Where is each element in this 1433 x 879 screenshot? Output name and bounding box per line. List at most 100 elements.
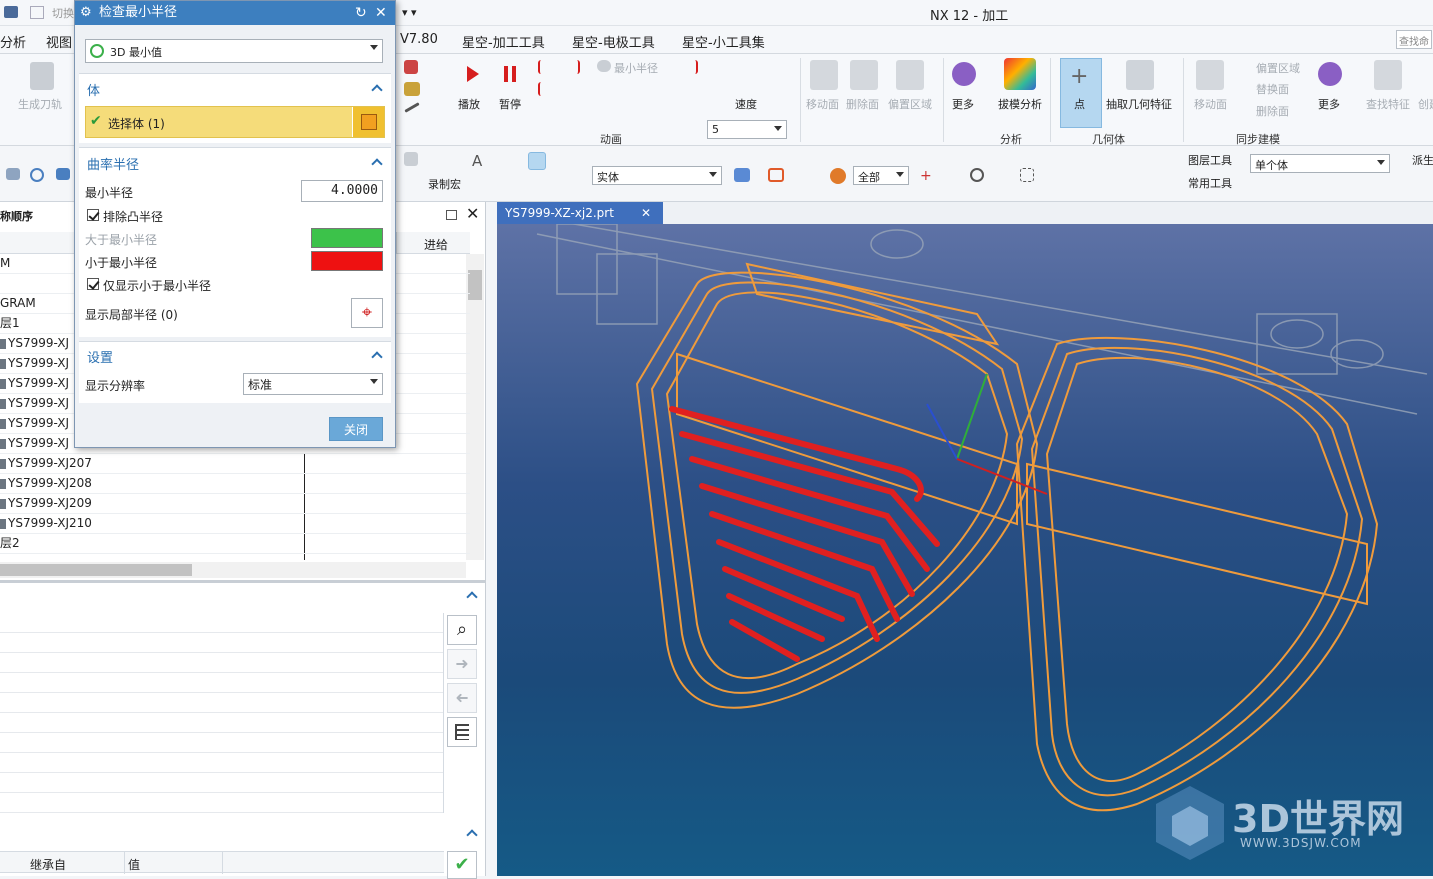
crosshair-icon[interactable]: ⌖ (351, 298, 383, 328)
step-forward-icon[interactable] (570, 60, 580, 74)
menu-analysis[interactable]: 分析 (0, 32, 26, 51)
replace-face-button[interactable]: 替换面 (1256, 81, 1289, 97)
command-search-input[interactable]: 查找命 (1396, 30, 1432, 49)
text-icon[interactable]: A (472, 152, 486, 170)
refresh-icon[interactable] (30, 168, 44, 182)
macro-icon[interactable] (404, 152, 418, 166)
detail-list[interactable] (0, 613, 444, 813)
scope-select[interactable]: 全部 (853, 166, 909, 185)
quick-switch-label[interactable]: 切换 (52, 5, 74, 21)
value-column-header[interactable]: 值 (128, 856, 140, 873)
toolpath-list-icon[interactable] (404, 60, 418, 74)
globe-icon[interactable] (830, 168, 846, 184)
extract-geometry-button[interactable]: 抽取几何特征 (1106, 96, 1172, 112)
generate-toolpath-button[interactable]: 生成刀轨 (18, 96, 62, 112)
collapse-caret-icon[interactable] (371, 84, 383, 96)
snap-point-icon[interactable] (768, 168, 784, 182)
delete-face-button[interactable]: 删除面 (846, 96, 879, 112)
record-macro-button[interactable]: 录制宏 (428, 176, 461, 192)
move-face2-button[interactable]: 移动面 (1194, 96, 1227, 112)
select-body-row[interactable]: ✔ 选择体 (1) (85, 106, 385, 138)
hscroll-thumb[interactable] (0, 564, 192, 576)
back-arrow-icon[interactable]: ➜ (447, 683, 477, 713)
collapse-icon[interactable] (466, 591, 478, 603)
less-color-swatch[interactable] (311, 251, 383, 271)
switch-window-icon[interactable] (30, 6, 44, 19)
more-button[interactable]: 更多 (952, 96, 974, 112)
point-snap-icon[interactable]: + (920, 168, 934, 184)
close-button[interactable]: 关闭 (329, 417, 383, 441)
filter-icon[interactable] (734, 168, 750, 182)
play-button[interactable]: 播放 (458, 96, 480, 112)
mode-select[interactable]: 3D 最小值 (85, 39, 383, 63)
center-snap-icon[interactable] (970, 168, 984, 182)
body-cube-icon[interactable] (352, 107, 384, 137)
collapse-caret-icon[interactable] (371, 158, 383, 170)
tree-row[interactable]: YS7999-XJ207 (0, 454, 470, 474)
menu-v780[interactable]: V7.80 (400, 32, 438, 47)
tab-close-icon[interactable]: ✕ (641, 202, 651, 224)
snap-icon[interactable] (6, 168, 20, 180)
confirm-check-icon[interactable]: ✔ (447, 851, 477, 879)
min-radius-button[interactable]: 最小半径 (614, 60, 658, 76)
close-icon[interactable]: ✕ (466, 206, 479, 222)
tree-row[interactable]: 层2 (0, 534, 470, 554)
maximize-icon[interactable] (446, 210, 457, 220)
select-filter-icon[interactable] (528, 152, 546, 170)
body-select[interactable]: 单个体 (1250, 154, 1390, 173)
layer-tools-button[interactable]: 图层工具 (1188, 152, 1232, 168)
step-back-icon[interactable] (538, 60, 548, 74)
menu-small-tools[interactable]: 星空-小工具集 (682, 32, 765, 51)
close-icon[interactable]: ✕ (375, 1, 387, 25)
tree-row[interactable]: YS7999-XJ210 (0, 514, 470, 534)
derive-button[interactable]: 派生 (1412, 152, 1433, 168)
step-end-icon[interactable] (688, 60, 698, 74)
menu-electrode-tools[interactable]: 星空-电极工具 (572, 32, 655, 51)
offset-region2-button[interactable]: 偏置区域 (1256, 60, 1300, 76)
settings-section-header[interactable]: 设置 (87, 347, 113, 366)
tree-row[interactable]: YS7999-XJ209 (0, 494, 470, 514)
quick-access-dropdown-icon[interactable]: ▾ ▾ (402, 6, 417, 19)
menu-machining-tools[interactable]: 星空-加工工具 (462, 32, 545, 51)
offset-region-button[interactable]: 偏置区域 (888, 96, 932, 112)
delete-face2-button[interactable]: 删除面 (1256, 103, 1289, 119)
find-feature-button[interactable]: 查找特征 (1366, 96, 1410, 112)
forward-arrow-icon[interactable]: ➜ (447, 649, 477, 679)
pause-button[interactable]: 暂停 (499, 96, 521, 112)
greater-color-swatch[interactable] (311, 228, 383, 248)
scrollbar-thumb[interactable] (468, 270, 482, 300)
tree-row[interactable]: YS7999-XJ208 (0, 474, 470, 494)
box-select-icon[interactable] (1020, 168, 1034, 182)
graphics-viewport[interactable] (497, 213, 1433, 876)
common-tools-button[interactable]: 常用工具 (1188, 175, 1232, 191)
min-radius-input[interactable]: 4.0000 (301, 180, 383, 202)
grid-icon[interactable] (56, 168, 70, 180)
only-less-checkbox[interactable] (87, 278, 99, 290)
menu-view[interactable]: 视图 (46, 32, 72, 51)
reset-icon[interactable]: ↻ (355, 1, 367, 25)
dialog-title-bar[interactable]: ⚙ 检查最小半径 ↻ ✕ (75, 1, 395, 25)
exclude-convex-checkbox[interactable] (87, 209, 99, 221)
reorder-list-icon[interactable] (447, 717, 477, 747)
tool-icon[interactable] (404, 82, 420, 96)
body-section-header[interactable]: 体 (87, 80, 100, 99)
create-button[interactable]: 创建 (1418, 96, 1433, 112)
step-start-icon[interactable] (538, 82, 548, 96)
draft-analysis-button[interactable]: 拔模分析 (998, 96, 1042, 112)
path-line-icon[interactable] (404, 102, 420, 113)
move-face-button[interactable]: 移动面 (806, 96, 839, 112)
speed-select[interactable]: 5 (707, 120, 787, 139)
collapse-caret-icon[interactable] (371, 351, 383, 363)
feed-column-header[interactable]: 进给 (424, 236, 448, 253)
type-filter-select[interactable]: 实体 (592, 166, 722, 185)
horizontal-scrollbar[interactable] (0, 562, 466, 578)
file-tab[interactable]: YS7999-XZ-xj2.prt ✕ (497, 202, 663, 224)
collapse-icon[interactable] (466, 829, 478, 841)
point-button[interactable]: 点 (1074, 96, 1085, 112)
curvature-section-header[interactable]: 曲率半径 (87, 154, 139, 173)
inherit-column-header[interactable]: 继承自 (30, 856, 66, 873)
geometry-group-label: 几何体 (1092, 133, 1125, 146)
search-icon[interactable]: ⌕ (447, 615, 477, 645)
resolution-select[interactable]: 标准 (243, 373, 383, 395)
more2-button[interactable]: 更多 (1318, 96, 1340, 112)
